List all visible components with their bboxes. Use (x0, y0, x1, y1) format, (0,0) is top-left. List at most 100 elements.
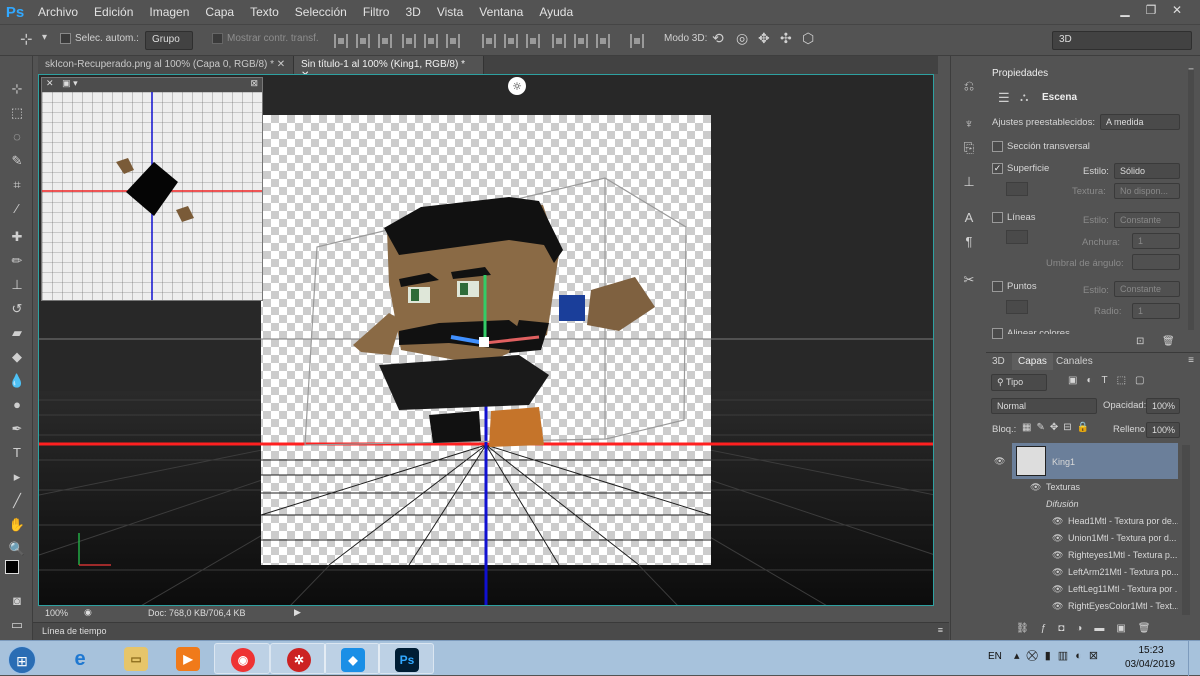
menu-edicion[interactable]: Edición (86, 0, 141, 24)
pan-3d-icon[interactable]: ✥ (758, 30, 770, 47)
surface-style-select[interactable]: Sólido (1114, 163, 1180, 179)
texture-eye-icon[interactable]: 👁 (1052, 601, 1063, 612)
layer-kind-select[interactable]: ⚲ Tipo (991, 374, 1047, 391)
view-menu-icon[interactable]: ▣ ▾ (62, 78, 78, 88)
view-toggle-icon[interactable]: ⊠ (250, 78, 258, 89)
texture-eye-icon[interactable]: 👁 (1052, 567, 1063, 578)
quick-select-tool-icon[interactable]: ✎ (6, 150, 28, 172)
brush-tool-icon[interactable]: ✏ (6, 250, 28, 272)
tool-presets-icon[interactable]: ✂ (959, 270, 979, 290)
show-transform-checkbox[interactable]: Mostrar contr. transf. (212, 33, 319, 44)
texture-item[interactable]: Union1Mtl - Textura por d... (1068, 533, 1178, 550)
presets-select[interactable]: A medida (1100, 114, 1180, 130)
lines-color-swatch[interactable] (1006, 230, 1028, 244)
texture-item[interactable]: LeftLeg11Mtl - Textura por ... (1068, 584, 1178, 601)
texture-eye-icon[interactable]: 👁 (1052, 533, 1063, 544)
properties-scrollbar[interactable] (1188, 70, 1194, 330)
pen-tool-icon[interactable]: ✒ (6, 418, 28, 440)
show-desktop-button[interactable] (1188, 641, 1200, 676)
close-icon[interactable]: ✕ (1166, 2, 1188, 18)
scale-3d-icon[interactable]: ⬡ (802, 30, 814, 47)
timeline-label[interactable]: Línea de tiempo (42, 626, 107, 636)
points-color-swatch[interactable] (1006, 300, 1028, 314)
properties-title[interactable]: Propiedades (992, 68, 1048, 79)
blend-mode-select[interactable]: Normal (991, 398, 1097, 414)
points-checkbox[interactable] (992, 281, 1003, 292)
align-right-icon[interactable] (446, 34, 460, 48)
taskbar-file-explorer[interactable]: ▭ (108, 643, 164, 674)
taskbar-chrome[interactable]: ◉ (214, 643, 270, 674)
trash-icon[interactable]: 🗑 (1162, 336, 1175, 347)
distribute-left-icon[interactable] (552, 34, 566, 48)
layer-filter-icons[interactable]: ▣◐T⬚▢ (1068, 375, 1154, 386)
zoom-level[interactable]: 100% (45, 608, 68, 618)
close-icon[interactable]: ✕ (277, 59, 285, 70)
status-arrow-icon[interactable]: ▶ (294, 607, 301, 618)
distribute-bottom-icon[interactable] (526, 34, 540, 48)
distribute-right-icon[interactable] (596, 34, 610, 48)
taskbar-media-player[interactable]: ▶ (160, 643, 216, 674)
lines-style-select[interactable]: Constante (1114, 212, 1180, 228)
hand-tool-icon[interactable]: ✋ (6, 514, 28, 536)
auto-align-icon[interactable] (630, 34, 644, 48)
tray-icons[interactable]: ▴⛒▮▥◐⊠ (1014, 649, 1105, 663)
points-style-select[interactable]: Constante (1114, 281, 1180, 297)
auto-select-checkbox[interactable]: Selec. autom.: (60, 33, 139, 44)
texture-item[interactable]: Head1Mtl - Textura por de... (1068, 516, 1178, 533)
align-top-icon[interactable] (334, 34, 348, 48)
align-middle-icon[interactable] (356, 34, 370, 48)
move-tool-icon[interactable]: ⊹ (20, 30, 33, 48)
panel-menu-icon[interactable]: ≡ (1188, 355, 1194, 366)
tab-capas[interactable]: Capas (1012, 353, 1053, 370)
texture-item[interactable]: LeftArm21Mtl - Textura po... (1068, 567, 1178, 584)
character-panel-icon[interactable]: A (959, 208, 979, 228)
secondary-view[interactable]: ✕ ▣ ▾ ⊠ (41, 77, 263, 301)
eyedropper-tool-icon[interactable]: ⁄ (6, 198, 28, 220)
visibility-eye-icon[interactable]: 👁 (994, 456, 1005, 467)
path-select-tool-icon[interactable]: ▸ (6, 466, 28, 488)
type-tool-icon[interactable]: T (6, 442, 28, 464)
line-tool-icon[interactable]: ╱ (6, 490, 28, 512)
eraser-tool-icon[interactable]: ▰ (6, 322, 28, 344)
start-button[interactable]: ⊞ (0, 643, 44, 674)
render-icon[interactable]: ⊡ (1136, 336, 1144, 347)
canvas-area[interactable]: ☼ ✕ ▣ ▾ ⊠ (38, 74, 934, 606)
scene-filter-icon[interactable]: ☰ (998, 90, 1010, 106)
move-tool-icon[interactable]: ⊹ (6, 78, 28, 100)
menu-ayuda[interactable]: Ayuda (531, 0, 581, 24)
lasso-tool-icon[interactable]: ◌ (6, 126, 28, 148)
texture-eye-icon[interactable]: 👁 (1052, 516, 1063, 527)
scene-icon[interactable]: ⛬ (1020, 90, 1028, 105)
menu-texto[interactable]: Texto (242, 0, 287, 24)
distribute-top-icon[interactable] (482, 34, 496, 48)
brush-panel-icon[interactable]: ⎘ (959, 138, 979, 158)
quick-mask-icon[interactable]: ◙ (6, 590, 28, 612)
history-brush-tool-icon[interactable]: ↺ (6, 298, 28, 320)
taskbar-roblox[interactable]: ◆ (324, 643, 380, 674)
close-icon[interactable]: ✕ (46, 78, 54, 88)
paint-bucket-tool-icon[interactable]: ◆ (6, 346, 28, 368)
taskbar-app-red[interactable]: ✲ (270, 643, 326, 674)
layer-actions[interactable]: ⛓ƒ◘◑▬▣🗑 (1016, 623, 1162, 634)
orbit-3d-icon[interactable]: ⟲ (712, 30, 724, 47)
texture-item[interactable]: Righteyes1Mtl - Textura p... (1068, 550, 1178, 567)
taskbar-internet-explorer[interactable]: e (52, 643, 108, 674)
clone-source-icon[interactable]: ⊥ (959, 172, 979, 192)
texture-eye-icon[interactable]: 👁 (1052, 550, 1063, 561)
distribute-middle-icon[interactable] (504, 34, 518, 48)
texture-item[interactable]: RightEyesColor1Mtl - Text... (1068, 601, 1178, 618)
paragraph-panel-icon[interactable]: ¶ (959, 232, 979, 252)
menu-seleccion[interactable]: Selección (287, 0, 355, 24)
roll-3d-icon[interactable]: ◎ (736, 30, 748, 47)
language-indicator[interactable]: EN (988, 651, 1002, 662)
tab-canales[interactable]: Canales (1056, 356, 1093, 367)
menu-filtro[interactable]: Filtro (355, 0, 398, 24)
blur-tool-icon[interactable]: 💧 (6, 370, 28, 392)
chevron-down-icon[interactable]: ▾ (42, 32, 47, 43)
tab-sin-titulo[interactable]: Sin título-1 al 100% (King1, RGB/8) * ✕ (294, 56, 484, 81)
menu-ventana[interactable]: Ventana (471, 0, 531, 24)
angle-input[interactable] (1132, 254, 1180, 270)
radius-input[interactable]: 1 (1132, 303, 1180, 319)
history-panel-icon[interactable]: ⎌ (959, 76, 979, 96)
dodge-tool-icon[interactable]: ● (6, 394, 28, 416)
